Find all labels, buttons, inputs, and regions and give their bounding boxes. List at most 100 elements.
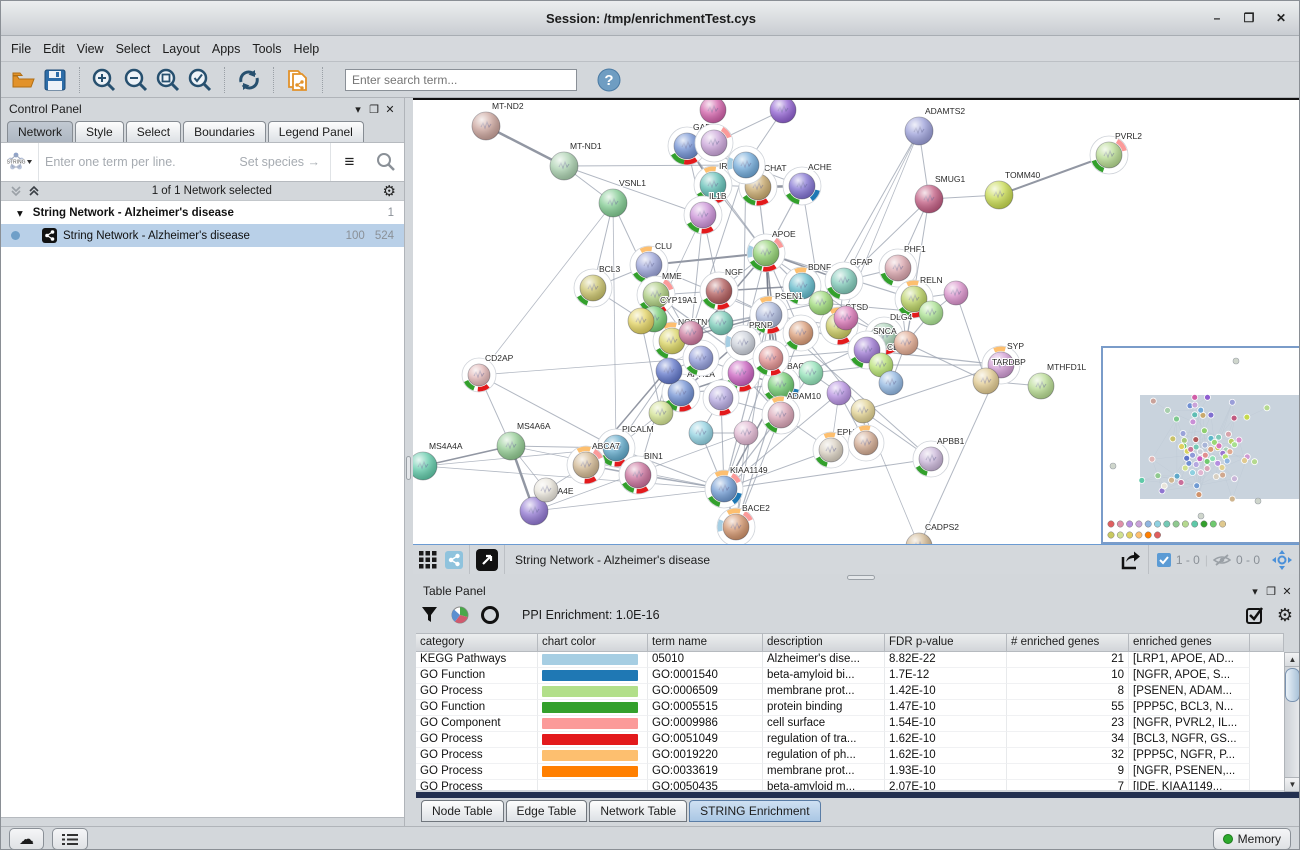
network-edge[interactable] (956, 293, 986, 381)
network-node-mt-nd1[interactable]: MT-ND1 (550, 141, 602, 180)
network-node-vsnl1[interactable]: VSNL1 (599, 178, 646, 217)
set-species-label[interactable]: Set species → (239, 155, 330, 169)
network-node[interactable] (834, 306, 858, 330)
network-node[interactable] (894, 331, 918, 355)
close-button[interactable]: ✕ (1269, 9, 1293, 28)
table-settings-gear-icon[interactable]: ⚙ (1277, 605, 1293, 626)
network-node-ngf[interactable]: NGF (700, 267, 743, 310)
zoom-selected-button[interactable] (184, 65, 216, 95)
birds-eye-view[interactable] (1101, 346, 1300, 544)
table-vertical-scrollbar[interactable]: ▲ ▼ (1284, 652, 1300, 792)
network-node[interactable] (783, 315, 819, 351)
network-node[interactable] (656, 358, 682, 384)
column-header-category[interactable]: category (416, 633, 538, 652)
horizontal-splitter[interactable] (413, 574, 1300, 581)
network-node[interactable] (944, 281, 968, 305)
table-row[interactable]: GO ComponentGO:0009986cell surface1.54E-… (416, 716, 1284, 732)
network-node[interactable] (709, 311, 733, 335)
zoom-out-button[interactable] (120, 65, 152, 95)
network-collection-row[interactable]: ▾ String Network - Alzheimer's disease 1 (1, 201, 404, 224)
menu-item-view[interactable]: View (77, 39, 113, 59)
network-node[interactable] (534, 478, 558, 502)
table-row[interactable]: KEGG Pathways05010Alzheimer's dise...8.8… (416, 652, 1284, 668)
tab-style[interactable]: Style (75, 121, 124, 142)
zoom-in-button[interactable] (88, 65, 120, 95)
network-node-apoe[interactable]: APOE (747, 229, 796, 272)
scrollbar-thumb[interactable] (1285, 668, 1300, 702)
collapse-all-icon[interactable] (9, 185, 23, 197)
tree-collapse-icon[interactable]: ▾ (17, 206, 23, 220)
enrichment-chart-icon[interactable] (450, 605, 470, 625)
string-options-button[interactable]: ≡ (330, 143, 368, 181)
cloud-tasks-button[interactable]: ☁ (9, 828, 44, 850)
birds-eye-graph[interactable] (1103, 348, 1299, 542)
maximize-button[interactable]: ❐ (1237, 9, 1261, 28)
network-node[interactable] (689, 421, 713, 445)
string-view-icon[interactable] (445, 551, 463, 569)
network-node[interactable] (649, 401, 673, 425)
network-node-adamts2[interactable]: ADAMTS2 (905, 106, 965, 145)
vertical-splitter[interactable] (405, 98, 413, 826)
import-network-button[interactable] (282, 65, 314, 95)
column-header--enriched-genes[interactable]: # enriched genes (1007, 633, 1129, 652)
network-edge[interactable] (613, 203, 616, 448)
network-node[interactable] (734, 421, 758, 445)
network-node[interactable] (683, 340, 719, 376)
table-row[interactable]: GO ProcessGO:0033619membrane prot...1.93… (416, 764, 1284, 780)
network-node[interactable] (799, 361, 823, 385)
network-node-ms4a6a[interactable]: MS4A6A (497, 421, 551, 460)
panel-float-icon[interactable]: ❐ (366, 103, 382, 116)
table-horizontal-scrollbar[interactable] (416, 792, 1300, 798)
network-node-il1b[interactable]: IL1B (684, 191, 727, 234)
splitter-grip[interactable] (847, 575, 875, 580)
network-node-kiaa1149[interactable]: KIAA1149 (705, 465, 768, 508)
network-node-pvrl2[interactable]: PVRL2 (1090, 131, 1142, 174)
network-row[interactable]: String Network - Alzheimer's disease 100… (1, 224, 404, 247)
network-node-ms4a4a[interactable]: MS4A4A (413, 441, 463, 480)
network-node[interactable] (727, 146, 765, 184)
ring-chart-icon[interactable] (480, 605, 500, 625)
select-rows-checkbox-icon[interactable] (1246, 606, 1265, 625)
table-row[interactable]: GO ProcessGO:0006509membrane prot...1.42… (416, 684, 1284, 700)
column-header-term-name[interactable]: term name (648, 633, 763, 652)
export-network-icon[interactable] (1120, 549, 1142, 571)
help-button[interactable]: ? (593, 65, 625, 95)
network-node[interactable] (827, 381, 851, 405)
network-node[interactable] (770, 100, 796, 123)
column-header-enriched-genes[interactable]: enriched genes (1129, 633, 1250, 652)
open-session-button[interactable] (7, 65, 39, 95)
tab-select[interactable]: Select (126, 121, 181, 142)
panel-float-icon[interactable]: ❐ (1263, 585, 1279, 598)
search-input[interactable] (345, 69, 577, 91)
menu-item-layout[interactable]: Layout (162, 39, 209, 59)
tab-legend-panel[interactable]: Legend Panel (268, 121, 364, 142)
memory-button[interactable]: Memory (1213, 828, 1291, 850)
tab-string-enrichment[interactable]: STRING Enrichment (689, 800, 820, 822)
filter-icon[interactable] (421, 606, 438, 624)
network-node[interactable] (753, 340, 789, 376)
network-node-ache[interactable]: ACHE (783, 162, 832, 205)
panel-menu-icon[interactable]: ▾ (1247, 585, 1263, 598)
network-options-gear-icon[interactable]: ⚙ (383, 182, 396, 200)
minimize-button[interactable]: – (1205, 9, 1229, 28)
network-node[interactable] (679, 321, 703, 345)
scroll-down-icon[interactable]: ▼ (1285, 777, 1300, 791)
panel-menu-icon[interactable]: ▾ (350, 103, 366, 116)
refresh-layout-button[interactable] (233, 65, 265, 95)
column-header-FDR-p-value[interactable]: FDR p-value (885, 633, 1007, 652)
table-row[interactable]: GO ProcessGO:0050435beta-amyloid m...2.0… (416, 780, 1284, 790)
string-search-button[interactable] (368, 143, 404, 181)
string-database-selector[interactable]: STRING (1, 143, 39, 181)
network-node[interactable] (851, 399, 875, 423)
tab-node-table[interactable]: Node Table (421, 800, 504, 822)
string-query-input[interactable]: Enter one term per line. (39, 143, 239, 181)
network-edge[interactable] (564, 166, 703, 215)
selected-checkbox-icon[interactable] (1157, 553, 1171, 567)
table-row[interactable]: GO ProcessGO:0019220regulation of ph...1… (416, 748, 1284, 764)
expand-all-icon[interactable] (27, 185, 41, 197)
network-node-mt-nd2[interactable]: MT-ND2 (472, 101, 524, 140)
network-node-cd2ap[interactable]: CD2AP (462, 353, 514, 392)
panel-close-icon[interactable]: ✕ (382, 103, 398, 116)
task-history-button[interactable] (52, 828, 88, 850)
menu-item-edit[interactable]: Edit (43, 39, 74, 59)
